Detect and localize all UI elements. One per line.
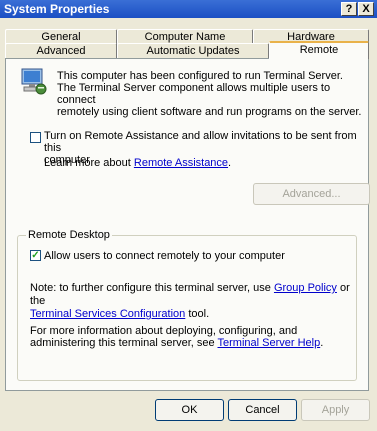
system-properties-window: System Properties ? X General Computer N… (0, 0, 377, 431)
window-title: System Properties (4, 2, 110, 16)
terminal-services-configuration-link[interactable]: Terminal Services Configuration (30, 308, 185, 320)
cancel-button[interactable]: Cancel (228, 399, 297, 421)
terminal-server-help-link[interactable]: Terminal Server Help (218, 337, 321, 349)
group-policy-link[interactable]: Group Policy (274, 282, 337, 294)
computer-icon (21, 68, 47, 95)
advanced-button[interactable]: Advanced... (253, 183, 370, 205)
title-bar[interactable]: System Properties ? X (0, 0, 377, 18)
note-prefix: Note: to further configure this terminal… (30, 282, 274, 294)
info-suffix: . (320, 337, 324, 349)
close-button[interactable]: X (358, 2, 374, 16)
note-suffix: tool. (185, 308, 210, 320)
intro-line-1: This computer has been configured to run… (57, 70, 343, 82)
ok-button[interactable]: OK (155, 399, 224, 421)
allow-remote-connections-checkbox[interactable]: ✓ (30, 250, 41, 261)
learn-more-prefix: Learn more about (44, 157, 134, 169)
remote-desktop-group-label: Remote Desktop (26, 229, 112, 241)
intro-line-2: The Terminal Server component allows mul… (57, 82, 331, 106)
tab-advanced[interactable]: Advanced (5, 43, 117, 59)
more-information-text: For more information about deploying, co… (30, 325, 350, 349)
allow-remote-connections-label[interactable]: Allow users to connect remotely to your … (44, 250, 285, 262)
learn-more-text: Learn more about Remote Assistance. (44, 157, 231, 169)
help-button[interactable]: ? (341, 2, 357, 16)
remote-assistance-checkbox[interactable] (30, 132, 41, 143)
intro-line-3: remotely using client software and run p… (57, 106, 362, 118)
remote-assistance-label-line-1: Turn on Remote Assistance and allow invi… (44, 130, 357, 154)
configuration-note: Note: to further configure this terminal… (30, 282, 350, 321)
tab-remote[interactable]: Remote (269, 41, 369, 59)
terminal-server-intro: This computer has been configured to run… (57, 70, 362, 118)
remote-assistance-link[interactable]: Remote Assistance (134, 157, 228, 169)
learn-more-suffix: . (228, 157, 232, 169)
apply-button[interactable]: Apply (301, 399, 370, 421)
tab-automatic-updates[interactable]: Automatic Updates (117, 43, 269, 59)
